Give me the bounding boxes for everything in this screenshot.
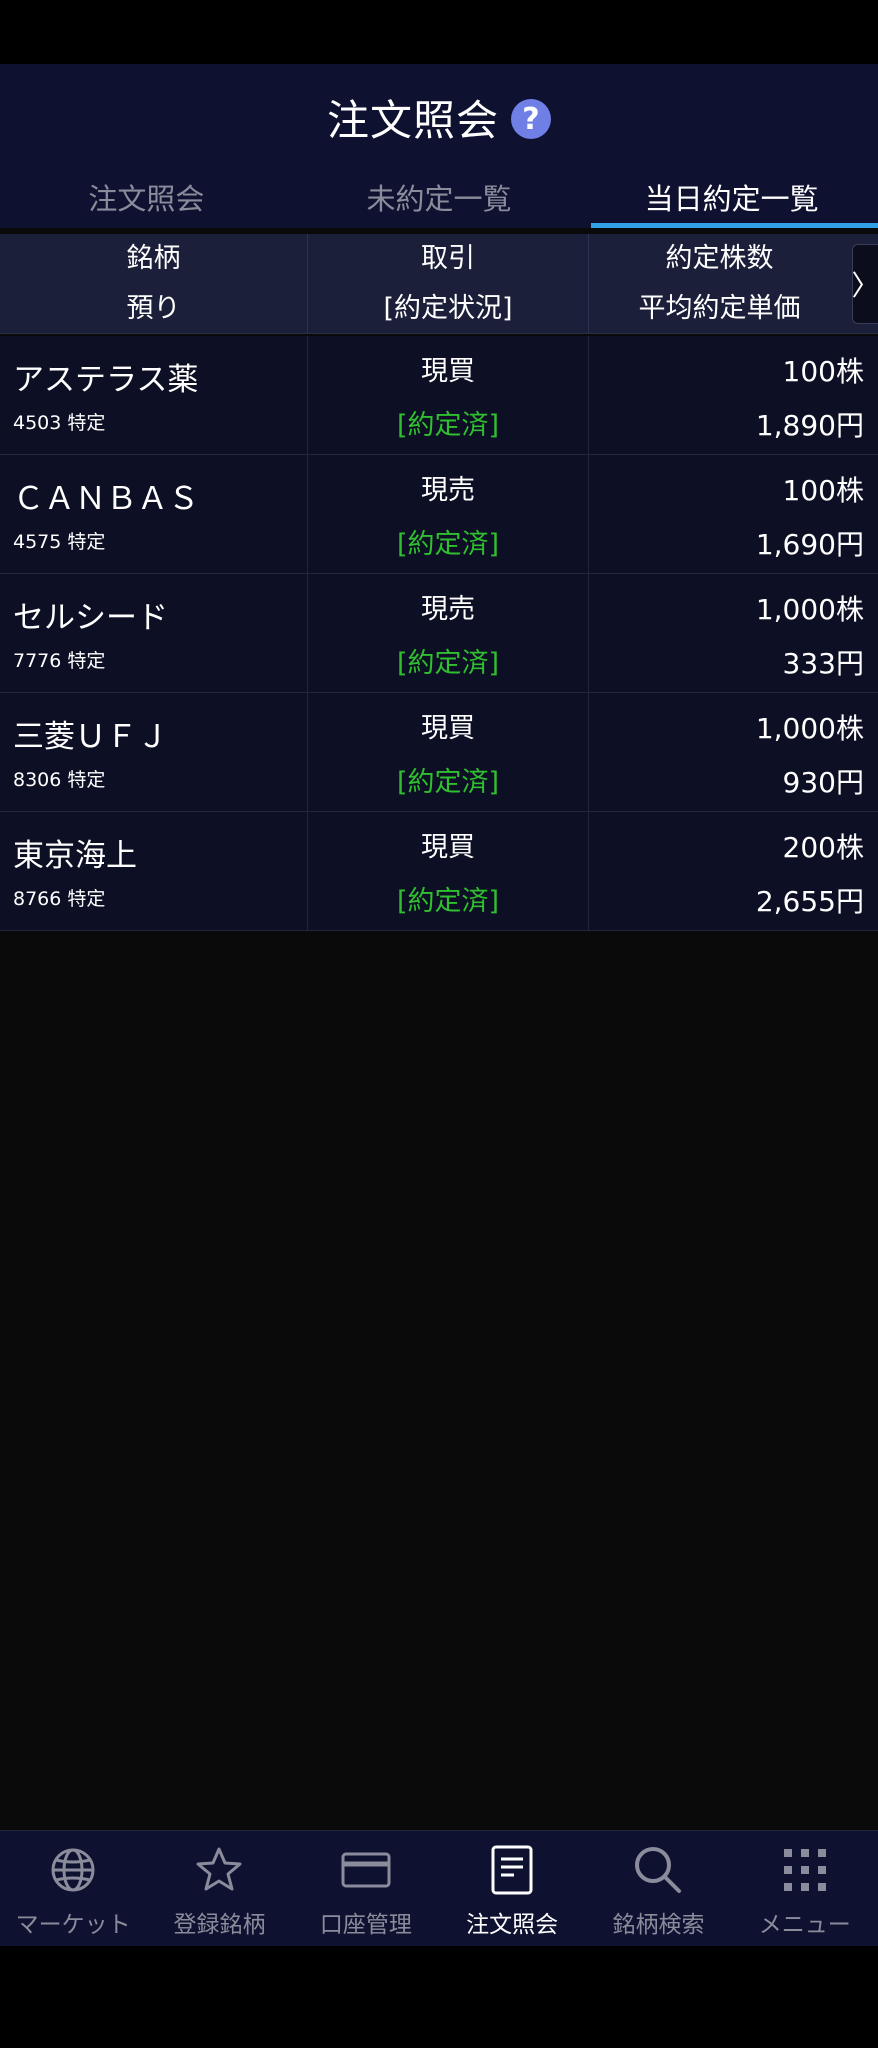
page: 注文照会 ? 注文照会 未約定一覧 当日約定一覧 銘柄 預り 取引 [約定状況]… — [0, 0, 878, 2048]
nav-account-label: 口座管理 — [319, 1912, 412, 1938]
bottom-navigation: マーケット 登録銘柄 口座管理 注文照会 銘柄検索 メニュー — [0, 1830, 878, 1946]
quantity-cell: 100株 1,890円 — [589, 336, 878, 454]
execution-status: [約定済] — [396, 410, 500, 441]
nav-stock-search[interactable]: 銘柄検索 — [585, 1831, 731, 1946]
trade-type: 現買 — [421, 832, 475, 863]
execution-status: [約定済] — [396, 767, 500, 798]
tab-unexecuted-list[interactable]: 未約定一覧 — [293, 166, 586, 228]
stock-name: アステラス薬 — [13, 362, 199, 398]
header-trade-label: 取引 — [421, 242, 475, 274]
trade-cell: 現売 [約定済] — [308, 455, 589, 573]
stock-name: 三菱ＵＦＪ — [13, 719, 168, 755]
nav-order-inquiry-label: 注文照会 — [466, 1912, 559, 1938]
nav-market-label: マーケット — [15, 1912, 131, 1938]
trade-type: 現売 — [421, 594, 475, 625]
nav-watchlist-label: 登録銘柄 — [173, 1912, 266, 1938]
column-header-trade: 取引 [約定状況] — [308, 234, 589, 333]
trade-cell: 現買 [約定済] — [308, 693, 589, 811]
nav-order-inquiry[interactable]: 注文照会 — [439, 1831, 585, 1946]
globe-icon — [46, 1843, 100, 1897]
executed-order-list: アステラス薬 4503 特定 現買 [約定済] 100株 1,890円 ＣＡＮＢ… — [0, 336, 878, 931]
search-icon — [631, 1843, 685, 1897]
trade-type: 現売 — [421, 475, 475, 506]
stock-cell: セルシード 7776 特定 — [0, 574, 308, 692]
stock-name: ＣＡＮＢＡＳ — [13, 481, 199, 517]
quantity-cell: 1,000株 930円 — [589, 693, 878, 811]
nav-market[interactable]: マーケット — [0, 1831, 146, 1946]
column-header-stock: 銘柄 預り — [0, 234, 308, 333]
star-icon — [192, 1843, 246, 1897]
nav-watchlist[interactable]: 登録銘柄 — [146, 1831, 292, 1946]
header-avg-price-label: 平均約定単価 — [638, 292, 801, 324]
tab-bar: 注文照会 未約定一覧 当日約定一覧 — [0, 166, 878, 228]
executed-quantity: 200株 — [782, 831, 864, 864]
stock-cell: アステラス薬 4503 特定 — [0, 336, 308, 454]
scroll-right-button[interactable]: 〉 — [852, 244, 878, 324]
header-stock-label: 銘柄 — [126, 242, 181, 274]
help-icon[interactable]: ? — [511, 99, 551, 139]
execution-status: [約定済] — [396, 529, 500, 560]
average-price: 333円 — [782, 647, 864, 680]
average-price: 2,655円 — [755, 885, 864, 918]
quantity-cell: 100株 1,690円 — [589, 455, 878, 573]
stock-code: 7776 特定 — [13, 650, 106, 672]
column-header-quantity: 約定株数 平均約定単価 — [589, 234, 878, 333]
system-navigation-area — [0, 1946, 878, 2048]
header-custody-label: 預り — [126, 292, 181, 324]
tab-today-executed-list[interactable]: 当日約定一覧 — [585, 166, 878, 228]
table-row[interactable]: アステラス薬 4503 特定 現買 [約定済] 100株 1,890円 — [0, 336, 878, 455]
nav-stock-search-label: 銘柄検索 — [612, 1912, 705, 1938]
header-status-label: [約定状況] — [383, 292, 513, 324]
stock-name: 東京海上 — [13, 838, 137, 874]
average-price: 1,890円 — [755, 409, 864, 442]
table-row[interactable]: ＣＡＮＢＡＳ 4575 特定 現売 [約定済] 100株 1,690円 — [0, 455, 878, 574]
stock-code: 4575 特定 — [13, 531, 106, 553]
table-row[interactable]: 三菱ＵＦＪ 8306 特定 現買 [約定済] 1,000株 930円 — [0, 693, 878, 812]
stock-name: セルシード — [13, 600, 168, 636]
table-header: 銘柄 預り 取引 [約定状況] 約定株数 平均約定単価 〉 — [0, 234, 878, 334]
quantity-cell: 1,000株 333円 — [589, 574, 878, 692]
trade-cell: 現買 [約定済] — [308, 812, 589, 930]
stock-code: 4503 特定 — [13, 412, 106, 434]
nav-menu-label: メニュー — [758, 1912, 851, 1938]
stock-cell: 三菱ＵＦＪ 8306 特定 — [0, 693, 308, 811]
executed-quantity: 1,000株 — [755, 712, 864, 745]
execution-status: [約定済] — [396, 648, 500, 679]
page-title: 注文照会 — [326, 95, 499, 145]
document-icon — [485, 1843, 539, 1897]
average-price: 930円 — [782, 766, 864, 799]
trade-type: 現買 — [421, 356, 475, 387]
trade-cell: 現売 [約定済] — [308, 574, 589, 692]
stock-cell: 東京海上 8766 特定 — [0, 812, 308, 930]
tab-order-inquiry[interactable]: 注文照会 — [0, 166, 293, 228]
title-row: 注文照会 ? — [0, 82, 878, 152]
status-bar — [0, 0, 878, 64]
execution-status: [約定済] — [396, 886, 500, 917]
card-icon — [339, 1843, 393, 1897]
header: 注文照会 ? 注文照会 未約定一覧 当日約定一覧 — [0, 64, 878, 228]
trade-type: 現買 — [421, 713, 475, 744]
nav-menu[interactable]: メニュー — [732, 1831, 878, 1946]
average-price: 1,690円 — [755, 528, 864, 561]
stock-code: 8306 特定 — [13, 769, 106, 791]
quantity-cell: 200株 2,655円 — [589, 812, 878, 930]
grid-icon — [778, 1843, 832, 1897]
table-row[interactable]: 東京海上 8766 特定 現買 [約定済] 200株 2,655円 — [0, 812, 878, 931]
table-row[interactable]: セルシード 7776 特定 現売 [約定済] 1,000株 333円 — [0, 574, 878, 693]
executed-quantity: 100株 — [782, 355, 864, 388]
stock-code: 8766 特定 — [13, 888, 106, 910]
nav-account[interactable]: 口座管理 — [293, 1831, 439, 1946]
executed-quantity: 100株 — [782, 474, 864, 507]
stock-cell: ＣＡＮＢＡＳ 4575 特定 — [0, 455, 308, 573]
executed-quantity: 1,000株 — [755, 593, 864, 626]
trade-cell: 現買 [約定済] — [308, 336, 589, 454]
header-quantity-label: 約定株数 — [665, 242, 774, 274]
